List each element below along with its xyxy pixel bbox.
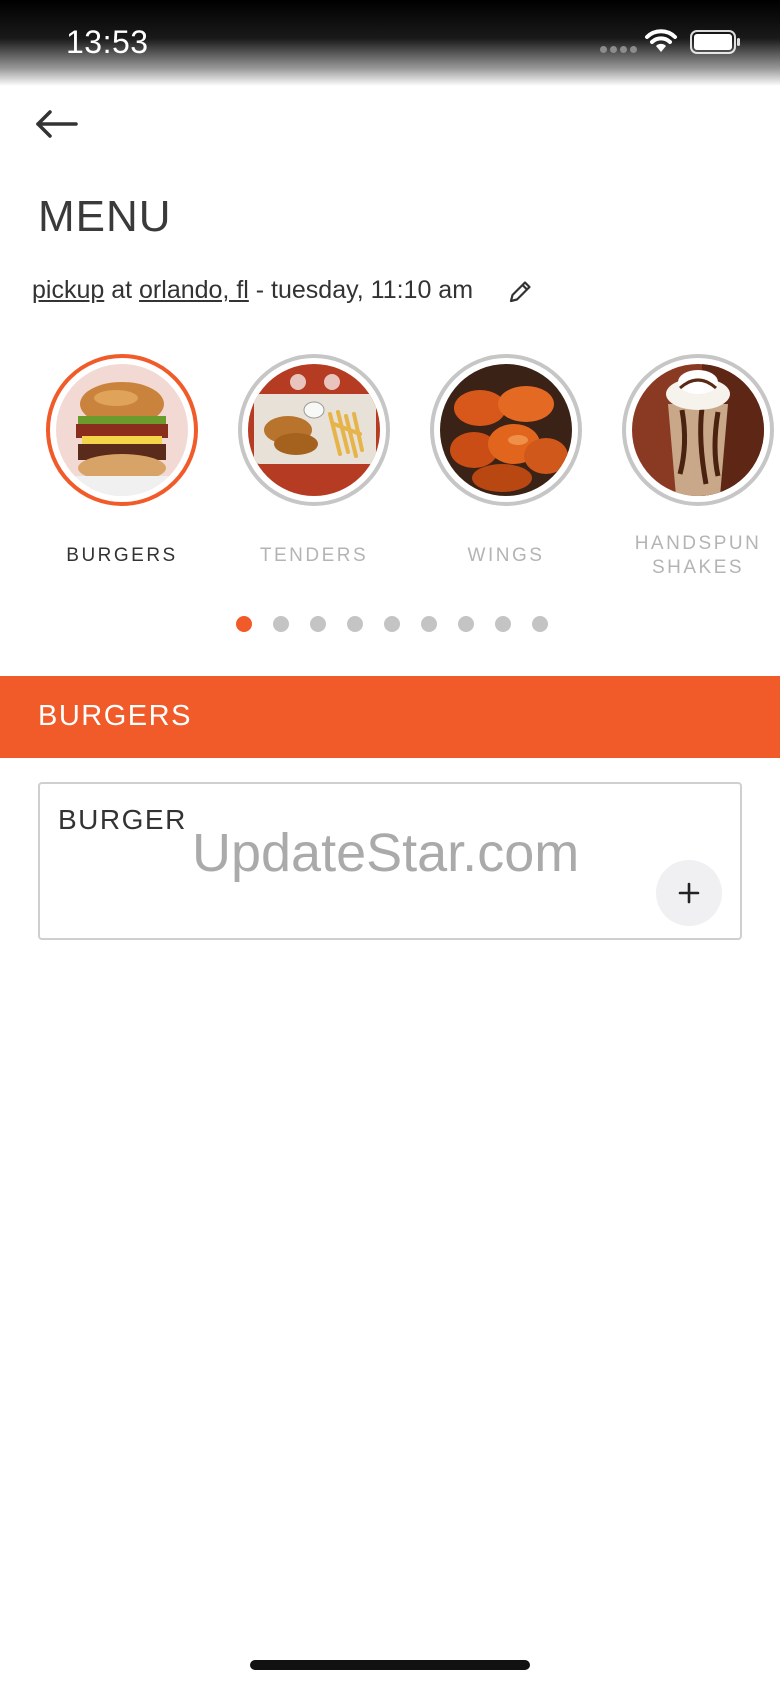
pickup-mode-link[interactable]: pickup [32,276,104,304]
pencil-icon[interactable] [506,278,534,306]
page-dot[interactable] [310,616,326,632]
page-dot[interactable] [532,616,548,632]
category-burgers[interactable]: BURGERS [32,354,212,568]
location-link[interactable]: orlando, fl [139,276,249,304]
category-image-frame [238,354,390,506]
category-image-frame [622,354,774,506]
signal-icon [600,46,637,53]
back-button[interactable] [32,104,84,144]
page-dot[interactable] [495,616,511,632]
wings-image [440,364,572,496]
wifi-icon [645,29,677,52]
order-datetime: - tuesday, 11:10 am [255,276,474,304]
tenders-image [248,364,380,496]
battery-icon [690,30,740,54]
page-dot[interactable] [347,616,363,632]
burger-image [56,364,188,496]
menu-item-name: BURGER [58,804,187,835]
category-label: WINGS [467,545,545,566]
status-time: 13:53 [66,24,149,60]
page-title: MENU [38,192,172,241]
watermark-text: UpdateStar.com [192,823,580,883]
page-dot[interactable] [458,616,474,632]
category-handspun-shakes[interactable]: HANDSPUN SHAKES [608,354,780,580]
page-dot[interactable] [273,616,289,632]
page-dot[interactable] [384,616,400,632]
category-image-frame [430,354,582,506]
home-indicator[interactable] [250,1660,530,1670]
status-bar: 13:53 [0,0,780,86]
section-header: BURGERS [0,676,780,758]
category-label: TENDERS [259,545,369,566]
app-screen: 13:53 MENU pickup at orlando, fl - tuesd… [0,0,780,1688]
section-title: BURGERS [38,700,192,732]
category-wings[interactable]: WINGS [416,354,596,568]
plus-icon [678,882,700,904]
arrow-left-icon [36,110,78,138]
carousel-pagination [236,616,548,632]
menu-item-card[interactable]: BURGER UpdateStar.com [38,782,742,940]
page-dot[interactable] [236,616,252,632]
category-tenders[interactable]: TENDERS [224,354,404,568]
page-dot[interactable] [421,616,437,632]
order-info: pickup at orlando, fl - tuesday, 11:10 a… [32,276,473,305]
add-item-button[interactable] [656,860,722,926]
category-label: BURGERS [66,545,178,566]
order-info-connector: at [111,276,133,304]
category-label: HANDSPUN SHAKES [634,533,762,578]
category-image-frame [46,354,198,506]
shake-image [632,364,764,496]
